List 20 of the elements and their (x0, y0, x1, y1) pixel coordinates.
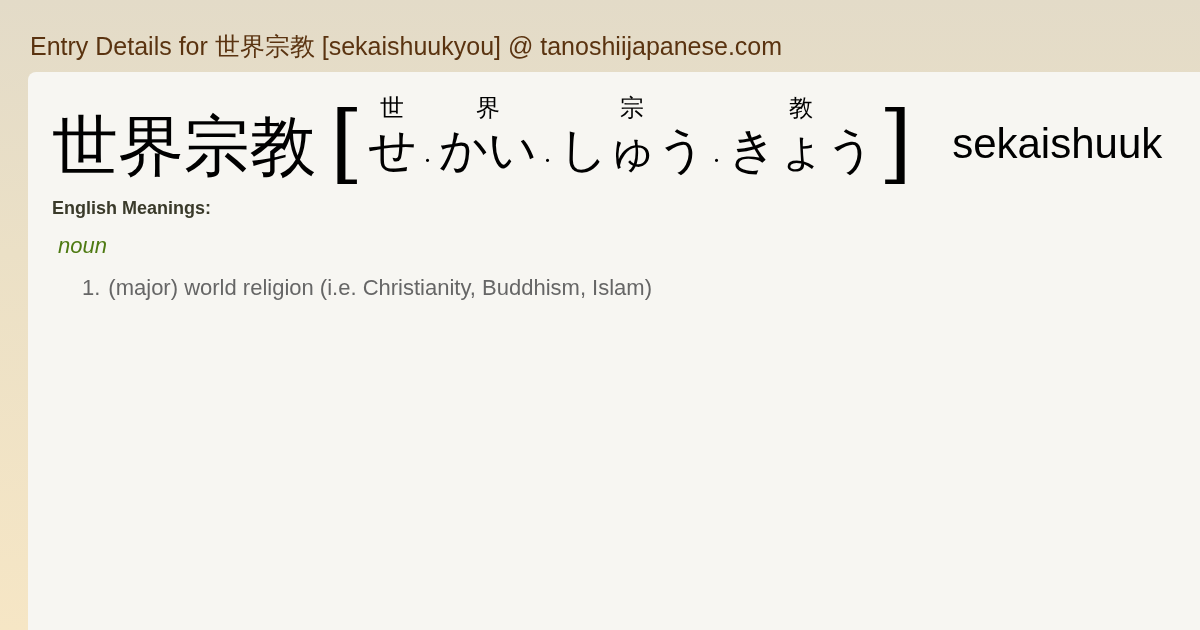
page-title: Entry Details for 世界宗教 [sekaishuukyou] @ tanoshiijapanese.com (30, 31, 784, 62)
open-bracket: [ (330, 99, 364, 186)
furigana-kanji: 界 (475, 94, 500, 123)
close-bracket: ] (878, 99, 913, 186)
furigana-separator: · (423, 146, 432, 176)
kana-reading: せ (367, 122, 417, 176)
romaji-reading: sekaishuuk (952, 119, 1163, 168)
meanings-heading: English Meanings: (52, 197, 212, 219)
furigana-separator: · (543, 146, 552, 176)
part-of-speech: noun (58, 232, 108, 259)
furigana-kanji: 宗 (620, 94, 645, 123)
furigana-kanji: 世 (380, 94, 405, 123)
sense-number: 1. (82, 274, 101, 301)
headword: 世界宗教 (52, 113, 316, 180)
kana-reading: しゅう (558, 122, 706, 176)
kana-reading: かい (438, 122, 537, 176)
furigana-separator: · (712, 146, 721, 176)
furigana-kanji: 教 (789, 94, 814, 123)
kana-reading: きょう (727, 122, 875, 176)
sense-text: (major) world religion (i.e. Christianity, Buddhism, Islam) (108, 274, 652, 301)
